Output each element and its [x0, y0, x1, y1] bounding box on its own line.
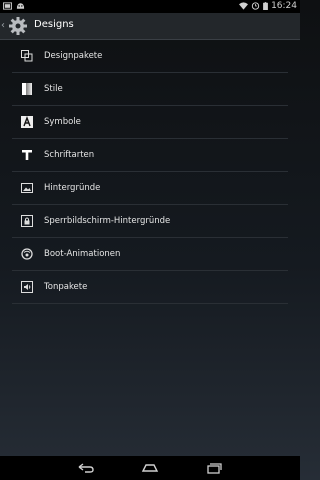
status-bar: 16:24: [0, 0, 300, 13]
list-item-boot-animationen[interactable]: Boot-Animationen: [12, 238, 288, 271]
list-item-label: Symbole: [44, 117, 81, 127]
list-item-symbole[interactable]: Symbole: [12, 106, 288, 139]
hintergruende-icon: [21, 182, 33, 194]
navigation-bar: [0, 456, 300, 480]
settings-gear-icon[interactable]: [8, 16, 28, 36]
list-item-designpakete[interactable]: Designpakete: [12, 40, 288, 73]
list-item-tonpakete[interactable]: Tonpakete: [12, 271, 288, 304]
list-item-label: Boot-Animationen: [44, 249, 121, 259]
alarm-icon: [251, 2, 260, 10]
list-item-label: Schriftarten: [44, 150, 95, 160]
symbole-icon: [21, 116, 33, 128]
action-bar[interactable]: ‹ Designs: [0, 13, 300, 40]
lockscreen-icon: [21, 215, 33, 227]
list-item-label: Hintergründe: [44, 183, 101, 193]
battery-icon: [263, 2, 268, 10]
back-icon[interactable]: [77, 462, 95, 474]
page-title: Designs: [34, 19, 74, 30]
boot-animation-icon: [21, 248, 33, 260]
designpakete-icon: [21, 50, 33, 62]
stile-icon: [21, 83, 33, 95]
schriftarten-icon: [21, 149, 33, 161]
android-icon: [16, 3, 25, 9]
home-icon[interactable]: [141, 462, 159, 474]
tonpakete-icon: [21, 281, 33, 293]
list-item-label: Designpakete: [44, 51, 103, 61]
status-time: 16:24: [271, 1, 297, 11]
list-item-stile[interactable]: Stile: [12, 73, 288, 106]
designs-list: Designpakete Stile Symbole Schriftarten …: [12, 40, 288, 304]
list-item-hintergruende[interactable]: Hintergründe: [12, 172, 288, 205]
list-item-sperrbildschirm-hintergruende[interactable]: Sperrbildschirm-Hintergründe: [12, 205, 288, 238]
up-chevron-icon[interactable]: ‹: [1, 21, 5, 31]
list-item-label: Tonpakete: [44, 282, 88, 292]
screenshot-icon: [3, 2, 12, 10]
list-item-label: Stile: [44, 84, 63, 94]
list-item-schriftarten[interactable]: Schriftarten: [12, 139, 288, 172]
wifi-icon: [239, 2, 249, 10]
recents-icon[interactable]: [205, 462, 223, 474]
list-item-label: Sperrbildschirm-Hintergründe: [44, 216, 171, 226]
